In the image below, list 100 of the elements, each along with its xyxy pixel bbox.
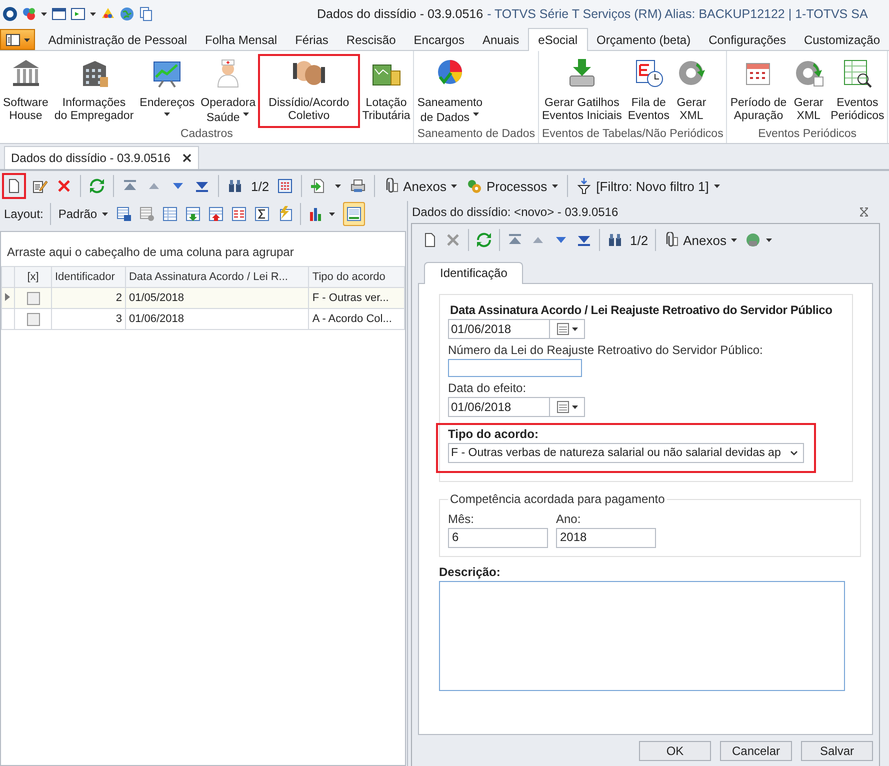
- dialog-button[interactable]: Salvar: [801, 741, 873, 761]
- column-header[interactable]: Tipo do acordo: [308, 266, 404, 288]
- table-lightning-icon[interactable]: [277, 206, 294, 222]
- application-menu-button[interactable]: [0, 29, 36, 50]
- layout-preset-dropdown[interactable]: Padrão: [58, 207, 110, 221]
- dropdown-field[interactable]: F - Outras verbas de natureza salarial ou não salarial devidas ap: [448, 443, 804, 463]
- printer-icon[interactable]: [350, 178, 366, 194]
- caret-icon: [765, 236, 774, 244]
- input-field[interactable]: [448, 359, 582, 377]
- table-sum-icon[interactable]: [254, 206, 270, 222]
- app-logo-icon[interactable]: [2, 6, 18, 22]
- ribbon-tab[interactable]: Customização: [794, 29, 889, 50]
- layout-label: Layout:: [4, 207, 44, 221]
- preview-panel-toggle[interactable]: [343, 202, 366, 226]
- delete-icon[interactable]: [56, 178, 72, 194]
- window-panels-icon: [4, 32, 21, 48]
- table-save-icon[interactable]: [116, 206, 132, 222]
- table-icon[interactable]: [162, 206, 178, 222]
- colored-shapes-icon[interactable]: [21, 6, 37, 22]
- attachments-button[interactable]: Anexos: [663, 232, 738, 248]
- ribbon-button[interactable]: Dissídio/Acordo Coletivo: [258, 55, 360, 127]
- date-field[interactable]: 01/06/2018: [448, 397, 585, 417]
- refresh-icon[interactable]: [89, 178, 105, 194]
- ribbon-tab[interactable]: Configurações: [700, 29, 795, 50]
- ribbon-button[interactable]: Operadora Saúde: [198, 55, 259, 127]
- grid-icon[interactable]: [277, 178, 294, 194]
- ribbon-group-label: Eventos de Tabelas/Não Periódicos: [540, 127, 724, 142]
- ribbon-tab[interactable]: Folha Mensal: [196, 29, 286, 50]
- caret-icon: [571, 325, 579, 333]
- column-header[interactable]: Identificador: [52, 266, 126, 288]
- current-row-icon: [5, 293, 10, 301]
- document-icon[interactable]: [422, 232, 438, 248]
- form-tab[interactable]: Identificação: [424, 262, 524, 284]
- input-field[interactable]: 6: [448, 528, 548, 548]
- table-import-icon[interactable]: [185, 206, 202, 222]
- ribbon-tab[interactable]: Férias: [286, 29, 338, 50]
- caret-icon: [571, 403, 579, 411]
- ribbon-tab[interactable]: Rescisão: [337, 29, 405, 50]
- filter-button[interactable]: [Filtro: Novo filtro 1]: [576, 178, 721, 194]
- table-delete-icon[interactable]: [139, 206, 156, 222]
- globe-dropdown-button[interactable]: [745, 232, 774, 248]
- window-subtitle: - TOTVS Série T Serviços (RM) Alias: BACKUP12122 | 1-TOTVS SA: [487, 7, 868, 21]
- ribbon-button[interactable]: Saneamento de Dados: [414, 55, 486, 127]
- ribbon-tab[interactable]: Orçamento (beta): [588, 29, 700, 50]
- column-header[interactable]: Data Assinatura Acordo / Lei R...: [125, 266, 309, 288]
- ribbon-button[interactable]: Gerar XML: [790, 55, 828, 127]
- globe-icon: [745, 232, 762, 248]
- ribbon-button[interactable]: Período de Apuração: [727, 55, 790, 127]
- field-label: Número da Lei do Reajuste Retroativo do Servidor Público:: [448, 343, 764, 357]
- binoculars-icon[interactable]: [607, 232, 623, 248]
- text-area[interactable]: [439, 581, 845, 691]
- attachments-button[interactable]: Anexos: [383, 178, 458, 194]
- caret-icon[interactable]: [40, 10, 48, 18]
- date-field[interactable]: 01/06/2018: [448, 319, 585, 339]
- input-field[interactable]: 2018: [556, 528, 656, 548]
- ribbon-button[interactable]: Eventos Periódicos: [828, 55, 888, 127]
- table-cell: 01/06/2018: [125, 308, 309, 330]
- calendar-icon: [555, 399, 571, 415]
- row-checkbox[interactable]: [26, 292, 40, 304]
- table-columns-icon[interactable]: [231, 206, 248, 222]
- caret-icon: [242, 110, 250, 118]
- filter-icon: [576, 178, 592, 194]
- documents-icon[interactable]: [138, 6, 154, 22]
- dialog-button[interactable]: OK: [639, 741, 711, 761]
- dialog-button[interactable]: Cancelar: [720, 741, 792, 761]
- export-icon[interactable]: [310, 178, 326, 194]
- table-cell: 01/05/2018: [125, 288, 309, 308]
- caret-icon[interactable]: [89, 10, 97, 18]
- ribbon-tab[interactable]: Administração de Pessoal: [39, 29, 196, 50]
- caret-icon: [450, 182, 458, 190]
- caret-icon: [328, 210, 336, 218]
- edit-icon[interactable]: [32, 178, 48, 194]
- globe-icon[interactable]: [119, 6, 135, 22]
- refresh-icon[interactable]: [476, 232, 492, 248]
- processes-button[interactable]: Processos: [466, 178, 560, 194]
- field-label: Descrição:: [439, 565, 502, 579]
- caret-icon: [712, 182, 721, 190]
- caret-icon[interactable]: [334, 182, 342, 190]
- close-icon[interactable]: [182, 153, 192, 163]
- ribbon-tab[interactable]: Encargos: [404, 29, 474, 50]
- document-tab[interactable]: Dados do dissídio - 03.9.0516: [4, 146, 200, 169]
- binoculars-icon[interactable]: [227, 178, 243, 194]
- caret-icon: [22, 36, 31, 44]
- window-icon[interactable]: [51, 6, 67, 22]
- new-button[interactable]: [4, 175, 24, 197]
- ribbon-tab[interactable]: eSocial: [528, 28, 588, 51]
- ribbon-button[interactable]: Software House: [0, 55, 52, 127]
- ribbon-button[interactable]: Gerar XML: [672, 55, 710, 127]
- row-checkbox[interactable]: [26, 312, 40, 326]
- ribbon-button[interactable]: Informações do Empregador: [51, 55, 137, 127]
- column-header[interactable]: [x]: [14, 266, 52, 288]
- caret-icon: [163, 110, 172, 118]
- chart-dropdown-button[interactable]: [308, 206, 336, 222]
- ribbon-button[interactable]: Endereços: [136, 55, 198, 127]
- ribbon-button[interactable]: Gerar Gatilhos Eventos Iniciais: [538, 55, 625, 127]
- table-search-icon: [841, 57, 874, 89]
- ribbon-button[interactable]: Fila de Eventos: [624, 55, 672, 127]
- ribbon-tab[interactable]: Anuais: [473, 29, 528, 50]
- ribbon-button[interactable]: Lotação Tributária: [359, 55, 414, 127]
- table-export-icon[interactable]: [208, 206, 224, 222]
